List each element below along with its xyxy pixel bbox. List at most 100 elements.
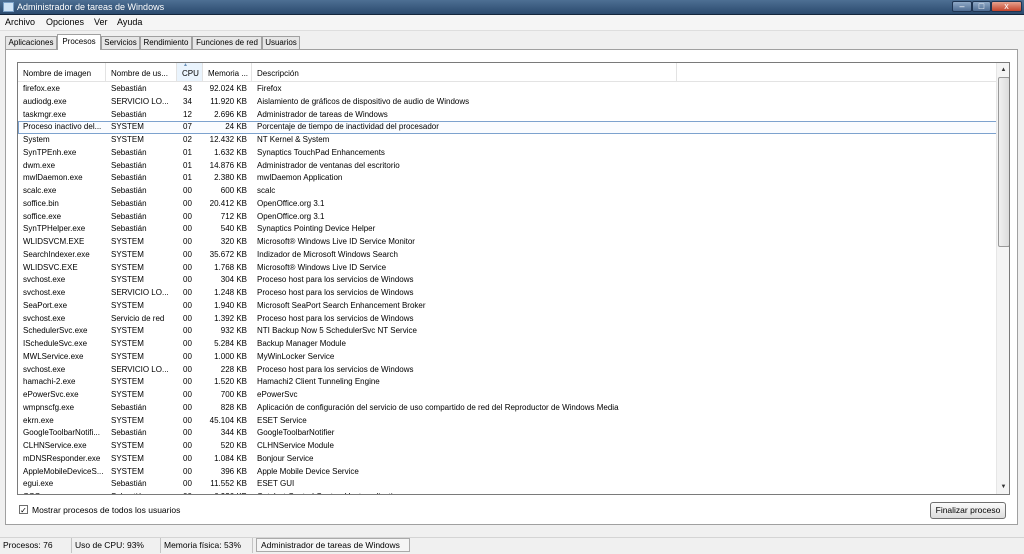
- menu-ver[interactable]: Ver: [94, 17, 108, 28]
- table-row[interactable]: IScheduleSvc.exe SYSTEM 00 5.284 KB Backup M…: [18, 338, 998, 351]
- process-cpu: 00: [183, 224, 192, 234]
- process-image-name: SynTPEnh.exe: [23, 147, 77, 157]
- process-memory: 1.520 KB: [214, 377, 247, 387]
- table-row[interactable]: svchost.exe SERVICIO LO... 00 1.248 KB Proce…: [18, 287, 998, 300]
- table-row[interactable]: soffice.exe Sebastián 00 712 KB OpenOffice.o…: [18, 211, 998, 224]
- process-cpu: 00: [183, 275, 192, 285]
- checkbox-checked-icon[interactable]: ✓: [19, 505, 28, 515]
- process-memory: 14.876 KB: [209, 160, 247, 170]
- table-row[interactable]: mwlDaemon.exe Sebastián 01 2.380 KB mwlDaemo…: [18, 172, 998, 185]
- table-row[interactable]: svchost.exe SERVICIO LO... 00 228 KB Proceso…: [18, 364, 998, 377]
- table-row[interactable]: soffice.bin Sebastián 00 20.412 KB OpenOffic…: [18, 198, 998, 211]
- process-memory: 344 KB: [220, 428, 247, 438]
- process-cpu: 00: [183, 288, 192, 297]
- process-image-name: ekrn.exe: [23, 415, 54, 425]
- process-user-name: Sebastián: [111, 109, 147, 119]
- process-memory: 320 KB: [220, 237, 247, 246]
- title-bar[interactable]: Administrador de tareas de Windows – □ x: [0, 0, 1024, 15]
- process-memory: 24 KB: [225, 122, 247, 132]
- table-row[interactable]: SearchIndexer.exe SYSTEM 00 35.672 KB Indiza…: [18, 249, 998, 262]
- process-description: Firefox: [257, 84, 282, 93]
- table-row[interactable]: MWLService.exe SYSTEM 00 1.000 KB MyWinLocke…: [18, 351, 998, 364]
- table-row[interactable]: WLIDSVCM.EXE SYSTEM 00 320 KB Microsoft® Win…: [18, 236, 998, 249]
- process-cpu: 00: [183, 211, 192, 221]
- process-memory: 1.768 KB: [214, 262, 247, 272]
- process-user-name: Sebastián: [111, 84, 147, 93]
- processes-panel: Nombre de imagen Nombre de us... ▲ CPU M…: [5, 49, 1018, 525]
- tab-usuarios[interactable]: Usuarios: [262, 36, 300, 49]
- process-description: ePowerSvc: [257, 390, 298, 399]
- table-row[interactable]: svchost.exe SYSTEM 00 304 KB Proceso host pa…: [18, 274, 998, 287]
- table-row[interactable]: taskmgr.exe Sebastián 12 2.696 KB Administra…: [18, 109, 998, 122]
- maximize-button[interactable]: □: [972, 1, 991, 12]
- table-row[interactable]: firefox.exe Sebastián 43 92.024 KB Firefox: [18, 83, 998, 96]
- table-row[interactable]: scalc.exe Sebastián 00 600 KB scalc: [18, 185, 998, 198]
- status-cpu-usage: Uso de CPU: 93%: [72, 538, 161, 553]
- menu-ayuda[interactable]: Ayuda: [117, 17, 142, 28]
- process-cpu: 12: [183, 109, 192, 119]
- table-row[interactable]: SeaPort.exe SYSTEM 00 1.940 KB Microsoft Sea…: [18, 300, 998, 313]
- table-row[interactable]: CLHNService.exe SYSTEM 00 520 KB CLHNService…: [18, 440, 998, 453]
- process-cpu: 00: [183, 326, 192, 336]
- scroll-down-arrow-icon[interactable]: ▼: [997, 480, 1009, 494]
- table-row[interactable]: WLIDSVC.EXE SYSTEM 00 1.768 KB Microsoft® Wi…: [18, 262, 998, 275]
- process-user-name: Sebastián: [111, 402, 147, 412]
- process-cpu: 00: [183, 351, 192, 361]
- scroll-thumb[interactable]: [998, 77, 1009, 247]
- process-description: Aislamiento de gráficos de dispositivo d…: [257, 96, 470, 106]
- tab-aplicaciones[interactable]: Aplicaciones: [5, 36, 57, 49]
- process-memory: 35.672 KB: [209, 249, 247, 259]
- process-user-name: Sebastián: [111, 224, 147, 234]
- column-user-name[interactable]: Nombre de us...: [106, 63, 177, 81]
- process-image-name: wmpnscfg.exe: [23, 402, 75, 412]
- status-physical-memory: Memoria física: 53%: [161, 538, 253, 553]
- process-image-name: hamachi-2.exe: [23, 377, 76, 387]
- column-cpu[interactable]: ▲ CPU: [177, 63, 203, 81]
- table-row[interactable]: CCC.exe Sebastián 00 6.936 KB Catalyst Contr…: [18, 491, 998, 494]
- process-memory: 20.412 KB: [209, 198, 247, 208]
- table-row[interactable]: dwm.exe Sebastián 01 14.876 KB Administrador…: [18, 160, 998, 173]
- table-row[interactable]: SynTPEnh.exe Sebastián 01 1.632 KB Synaptics…: [18, 147, 998, 160]
- table-row[interactable]: System SYSTEM 02 12.432 KB NT Kernel & Syste…: [18, 134, 998, 147]
- column-memory[interactable]: Memoria ...: [203, 63, 252, 81]
- process-user-name: SYSTEM: [111, 249, 144, 259]
- vertical-scrollbar[interactable]: ▲ ▼: [996, 63, 1009, 494]
- table-row[interactable]: egui.exe Sebastián 00 11.552 KB ESET GUI: [18, 478, 998, 491]
- table-row[interactable]: GoogleToolbarNotifi... Sebastián 00 344 KB G…: [18, 427, 998, 440]
- minimize-button[interactable]: –: [952, 1, 972, 12]
- table-row[interactable]: audiodg.exe SERVICIO LO... 34 11.920 KB Aisl…: [18, 96, 998, 109]
- table-row[interactable]: Proceso inactivo del... SYSTEM 07 24 KB Porc…: [18, 121, 998, 134]
- column-description[interactable]: Descripción: [252, 63, 677, 81]
- table-row[interactable]: SynTPHelper.exe Sebastián 00 540 KB Synaptic…: [18, 223, 998, 236]
- process-cpu: 34: [183, 96, 192, 106]
- process-list[interactable]: Nombre de imagen Nombre de us... ▲ CPU M…: [17, 62, 1010, 495]
- process-cpu: 00: [183, 313, 192, 323]
- tab-rendimiento[interactable]: Rendimiento: [140, 36, 192, 49]
- table-row[interactable]: mDNSResponder.exe SYSTEM 00 1.084 KB Bonjour…: [18, 453, 998, 466]
- end-process-button[interactable]: Finalizar proceso: [930, 502, 1006, 519]
- process-user-name: Sebastián: [111, 186, 147, 195]
- table-row[interactable]: SchedulerSvc.exe SYSTEM 00 932 KB NTI Backup…: [18, 325, 998, 338]
- tab-funciones-de-red[interactable]: Funciones de red: [192, 36, 262, 49]
- table-row[interactable]: hamachi-2.exe SYSTEM 00 1.520 KB Hamachi2 Cl…: [18, 376, 998, 389]
- tab-servicios[interactable]: Servicios: [101, 36, 140, 49]
- table-row[interactable]: ePowerSvc.exe SYSTEM 00 700 KB ePowerSvc: [18, 389, 998, 402]
- tab-procesos[interactable]: Procesos: [57, 34, 101, 50]
- close-button[interactable]: x: [991, 1, 1022, 12]
- table-row[interactable]: AppleMobileDeviceS... SYSTEM 00 396 KB Apple…: [18, 466, 998, 479]
- menu-opciones[interactable]: Opciones: [46, 17, 84, 28]
- table-row[interactable]: ekrn.exe SYSTEM 00 45.104 KB ESET Service: [18, 415, 998, 428]
- process-memory: 396 KB: [220, 466, 247, 476]
- scroll-up-arrow-icon[interactable]: ▲: [997, 63, 1009, 77]
- show-all-users-label[interactable]: Mostrar procesos de todos los usuarios: [32, 504, 180, 516]
- process-description: Hamachi2 Client Tunneling Engine: [257, 377, 380, 387]
- process-user-name: SYSTEM: [111, 466, 144, 476]
- process-cpu: 00: [183, 428, 192, 438]
- process-cpu: 00: [183, 364, 192, 374]
- table-row[interactable]: wmpnscfg.exe Sebastián 00 828 KB Aplicación …: [18, 402, 998, 415]
- process-cpu: 01: [183, 147, 192, 157]
- menu-archivo[interactable]: Archivo: [5, 17, 35, 28]
- table-row[interactable]: svchost.exe Servicio de red 00 1.392 KB Proc…: [18, 313, 998, 326]
- column-image-name[interactable]: Nombre de imagen: [18, 63, 106, 81]
- process-memory: 540 KB: [220, 224, 247, 234]
